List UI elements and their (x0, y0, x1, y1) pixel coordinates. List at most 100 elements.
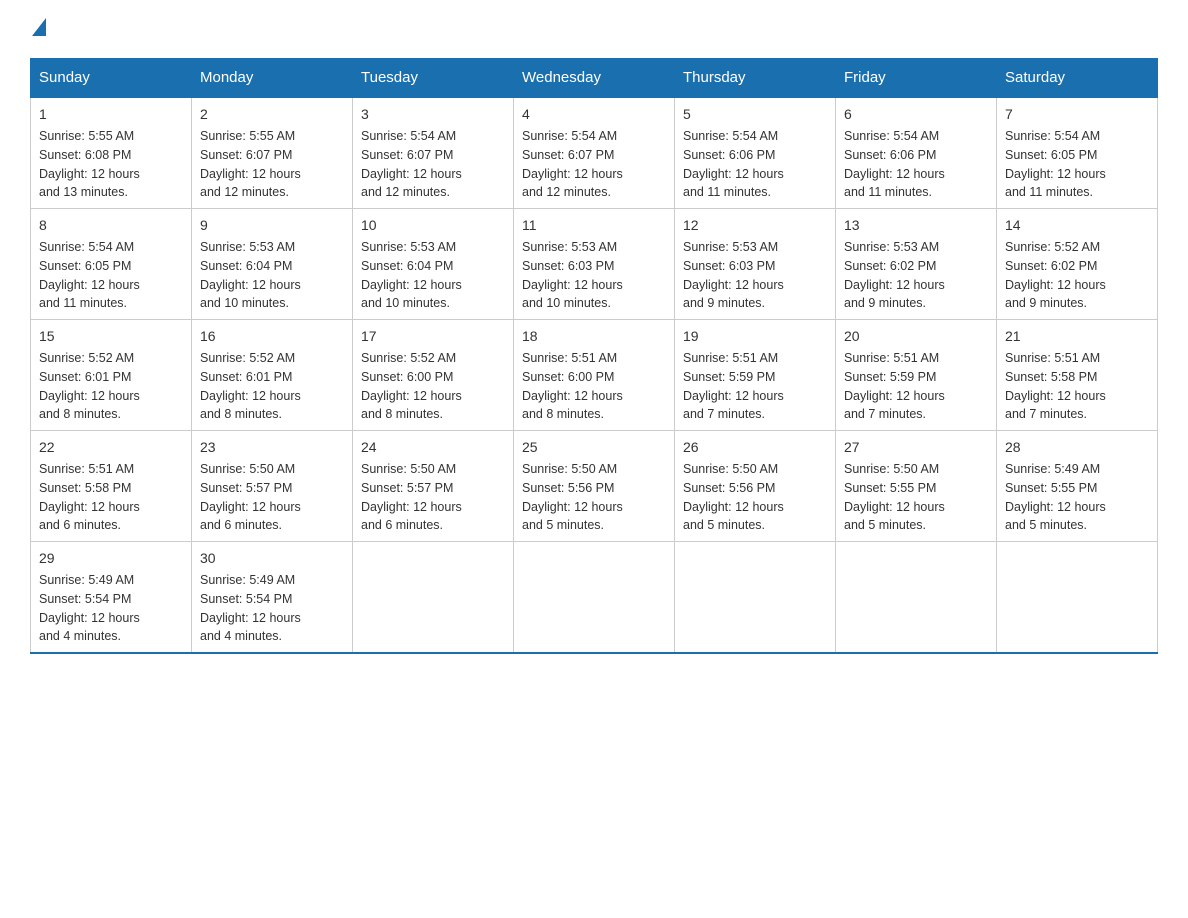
sunrise-line: Sunrise: 5:53 AM (522, 240, 617, 254)
calendar-cell: 3Sunrise: 5:54 AMSunset: 6:07 PMDaylight… (353, 97, 514, 209)
sunrise-line: Sunrise: 5:50 AM (200, 462, 295, 476)
sunset-line: Sunset: 6:01 PM (39, 370, 131, 384)
day-number: 9 (200, 215, 344, 236)
sunset-line: Sunset: 6:03 PM (522, 259, 614, 273)
daylight-line2: and 6 minutes. (39, 518, 121, 532)
header-row: Sunday Monday Tuesday Wednesday Thursday… (31, 59, 1158, 98)
daylight-line1: Daylight: 12 hours (200, 611, 301, 625)
sunrise-line: Sunrise: 5:50 AM (683, 462, 778, 476)
daylight-line2: and 6 minutes. (200, 518, 282, 532)
daylight-line2: and 9 minutes. (683, 296, 765, 310)
calendar-week-row: 22Sunrise: 5:51 AMSunset: 5:58 PMDayligh… (31, 431, 1158, 542)
sunset-line: Sunset: 5:58 PM (1005, 370, 1097, 384)
day-number: 1 (39, 104, 183, 125)
sunrise-line: Sunrise: 5:54 AM (361, 129, 456, 143)
day-number: 11 (522, 215, 666, 236)
sunset-line: Sunset: 5:54 PM (39, 592, 131, 606)
daylight-line1: Daylight: 12 hours (522, 500, 623, 514)
sunrise-line: Sunrise: 5:54 AM (1005, 129, 1100, 143)
daylight-line1: Daylight: 12 hours (39, 500, 140, 514)
daylight-line1: Daylight: 12 hours (361, 389, 462, 403)
calendar-cell: 10Sunrise: 5:53 AMSunset: 6:04 PMDayligh… (353, 209, 514, 320)
sunset-line: Sunset: 5:56 PM (683, 481, 775, 495)
calendar-header: Sunday Monday Tuesday Wednesday Thursday… (31, 59, 1158, 98)
calendar-cell: 12Sunrise: 5:53 AMSunset: 6:03 PMDayligh… (675, 209, 836, 320)
calendar-cell: 19Sunrise: 5:51 AMSunset: 5:59 PMDayligh… (675, 320, 836, 431)
sunset-line: Sunset: 5:57 PM (200, 481, 292, 495)
daylight-line2: and 8 minutes. (522, 407, 604, 421)
calendar-cell: 5Sunrise: 5:54 AMSunset: 6:06 PMDaylight… (675, 97, 836, 209)
day-number: 12 (683, 215, 827, 236)
sunset-line: Sunset: 6:01 PM (200, 370, 292, 384)
sunset-line: Sunset: 6:02 PM (844, 259, 936, 273)
daylight-line2: and 4 minutes. (39, 629, 121, 643)
calendar-cell: 11Sunrise: 5:53 AMSunset: 6:03 PMDayligh… (514, 209, 675, 320)
page-header (30, 20, 1158, 38)
calendar-cell: 6Sunrise: 5:54 AMSunset: 6:06 PMDaylight… (836, 97, 997, 209)
calendar-cell: 21Sunrise: 5:51 AMSunset: 5:58 PMDayligh… (997, 320, 1158, 431)
calendar-cell: 23Sunrise: 5:50 AMSunset: 5:57 PMDayligh… (192, 431, 353, 542)
daylight-line1: Daylight: 12 hours (683, 167, 784, 181)
calendar-cell: 22Sunrise: 5:51 AMSunset: 5:58 PMDayligh… (31, 431, 192, 542)
calendar-week-row: 8Sunrise: 5:54 AMSunset: 6:05 PMDaylight… (31, 209, 1158, 320)
day-number: 2 (200, 104, 344, 125)
sunrise-line: Sunrise: 5:50 AM (361, 462, 456, 476)
sunrise-line: Sunrise: 5:49 AM (200, 573, 295, 587)
daylight-line2: and 5 minutes. (844, 518, 926, 532)
day-number: 16 (200, 326, 344, 347)
header-monday: Monday (192, 59, 353, 98)
day-number: 25 (522, 437, 666, 458)
day-number: 21 (1005, 326, 1149, 347)
sunrise-line: Sunrise: 5:50 AM (844, 462, 939, 476)
daylight-line1: Daylight: 12 hours (1005, 389, 1106, 403)
calendar-cell: 29Sunrise: 5:49 AMSunset: 5:54 PMDayligh… (31, 542, 192, 654)
calendar-cell: 18Sunrise: 5:51 AMSunset: 6:00 PMDayligh… (514, 320, 675, 431)
sunrise-line: Sunrise: 5:55 AM (39, 129, 134, 143)
daylight-line2: and 10 minutes. (200, 296, 289, 310)
sunset-line: Sunset: 5:59 PM (844, 370, 936, 384)
day-number: 19 (683, 326, 827, 347)
sunrise-line: Sunrise: 5:49 AM (1005, 462, 1100, 476)
sunset-line: Sunset: 5:54 PM (200, 592, 292, 606)
day-number: 3 (361, 104, 505, 125)
calendar-cell (836, 542, 997, 654)
sunrise-line: Sunrise: 5:53 AM (361, 240, 456, 254)
logo-triangle-icon (32, 18, 46, 36)
day-number: 18 (522, 326, 666, 347)
sunrise-line: Sunrise: 5:49 AM (39, 573, 134, 587)
daylight-line1: Daylight: 12 hours (844, 278, 945, 292)
daylight-line2: and 7 minutes. (683, 407, 765, 421)
day-number: 28 (1005, 437, 1149, 458)
sunrise-line: Sunrise: 5:51 AM (683, 351, 778, 365)
header-wednesday: Wednesday (514, 59, 675, 98)
daylight-line2: and 10 minutes. (522, 296, 611, 310)
day-number: 27 (844, 437, 988, 458)
sunset-line: Sunset: 5:56 PM (522, 481, 614, 495)
sunrise-line: Sunrise: 5:53 AM (844, 240, 939, 254)
day-number: 14 (1005, 215, 1149, 236)
daylight-line1: Daylight: 12 hours (844, 500, 945, 514)
calendar-cell (514, 542, 675, 654)
sunset-line: Sunset: 5:59 PM (683, 370, 775, 384)
daylight-line2: and 10 minutes. (361, 296, 450, 310)
sunrise-line: Sunrise: 5:50 AM (522, 462, 617, 476)
sunset-line: Sunset: 5:55 PM (1005, 481, 1097, 495)
daylight-line2: and 13 minutes. (39, 185, 128, 199)
day-number: 23 (200, 437, 344, 458)
calendar-cell: 16Sunrise: 5:52 AMSunset: 6:01 PMDayligh… (192, 320, 353, 431)
calendar-week-row: 15Sunrise: 5:52 AMSunset: 6:01 PMDayligh… (31, 320, 1158, 431)
sunset-line: Sunset: 6:03 PM (683, 259, 775, 273)
sunset-line: Sunset: 6:05 PM (39, 259, 131, 273)
sunrise-line: Sunrise: 5:54 AM (683, 129, 778, 143)
daylight-line1: Daylight: 12 hours (522, 167, 623, 181)
daylight-line2: and 11 minutes. (1005, 185, 1093, 199)
calendar-body: 1Sunrise: 5:55 AMSunset: 6:08 PMDaylight… (31, 97, 1158, 653)
sunset-line: Sunset: 6:02 PM (1005, 259, 1097, 273)
calendar-cell: 24Sunrise: 5:50 AMSunset: 5:57 PMDayligh… (353, 431, 514, 542)
sunrise-line: Sunrise: 5:53 AM (200, 240, 295, 254)
day-number: 4 (522, 104, 666, 125)
sunset-line: Sunset: 6:04 PM (200, 259, 292, 273)
header-saturday: Saturday (997, 59, 1158, 98)
daylight-line2: and 5 minutes. (1005, 518, 1087, 532)
daylight-line1: Daylight: 12 hours (522, 389, 623, 403)
